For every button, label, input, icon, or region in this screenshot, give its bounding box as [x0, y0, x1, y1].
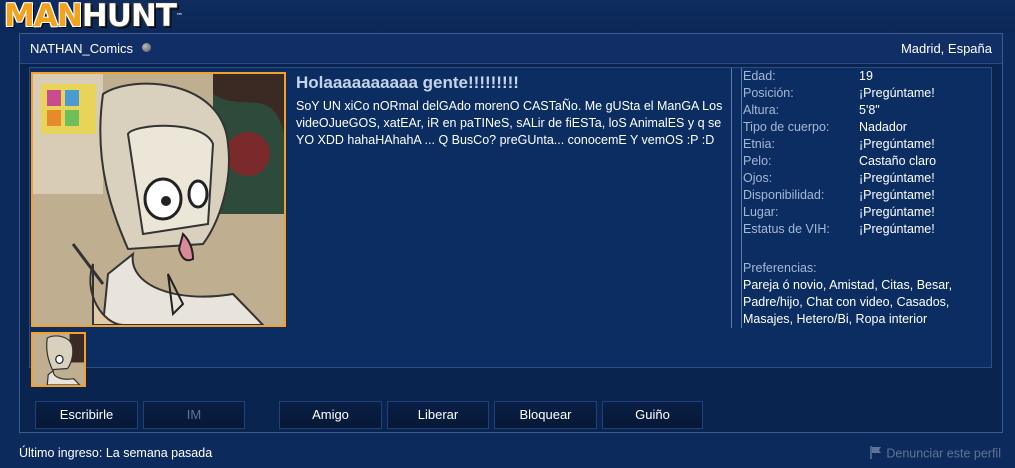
stat-value: Castaño claro: [859, 154, 937, 168]
preferences-list: Pareja ó novio, Amistad, Citas, Besar, P…: [743, 278, 953, 326]
stat-value: ¡Pregúntame!: [859, 86, 935, 100]
last-login: Último ingreso: La semana pasada: [19, 446, 213, 460]
stat-value: 5'8": [859, 103, 880, 117]
stat-row-eyes: Ojos: ¡Pregúntame!: [743, 170, 993, 187]
block-button[interactable]: Bloquear: [494, 401, 597, 429]
profile-header: NATHAN_Comics Madrid, España: [20, 34, 1002, 64]
stat-label: Lugar:: [743, 205, 779, 219]
profile-username[interactable]: NATHAN_Comics: [30, 41, 133, 56]
stat-label: Disponibilidad:: [743, 188, 825, 202]
stat-label: Edad:: [743, 69, 776, 83]
write-button[interactable]: Escribirle: [35, 401, 138, 429]
photo-thumbnail[interactable]: [31, 332, 86, 387]
manhunt-logo[interactable]: MANHUNT™: [4, 0, 184, 34]
stat-value: Nadador: [859, 120, 907, 134]
profile-stats: Edad: 19 Posición: ¡Pregúntame! Altura: 5'8…: [743, 68, 993, 238]
preferences-label: Preferencias:: [743, 261, 817, 275]
profile-headline: Holaaaaaaaaaa gente!!!!!!!!!: [296, 73, 519, 92]
online-status-icon: [142, 43, 151, 52]
stat-label: Tipo de cuerpo:: [743, 120, 830, 134]
stat-row-hiv-status: Estatus de VIH: ¡Pregúntame!: [743, 221, 993, 238]
profile-photo[interactable]: [31, 72, 286, 327]
stats-divider: [731, 68, 732, 328]
logo-part-man: MAN: [4, 0, 83, 34]
logo-part-hunt: HUNT: [81, 0, 177, 34]
stat-label: Estatus de VIH:: [743, 222, 830, 236]
stat-row-position: Posición: ¡Pregúntame!: [743, 85, 993, 102]
stat-label: Altura:: [743, 103, 780, 117]
stat-row-body-type: Tipo de cuerpo: Nadador: [743, 119, 993, 136]
report-profile-label: Denunciar este perfil: [886, 446, 1001, 461]
stat-row-availability: Disponibilidad: ¡Pregúntame!: [743, 187, 993, 204]
stat-row-hair: Pelo: Castaño claro: [743, 153, 993, 170]
stat-label: Pelo:: [743, 154, 772, 168]
column-divider: [741, 68, 742, 328]
profile-location: Madrid, España: [900, 41, 992, 56]
stat-value: ¡Pregúntame!: [859, 188, 935, 202]
stat-row-ethnicity: Etnia: ¡Pregúntame!: [743, 136, 993, 153]
stat-label: Ojos:: [743, 171, 773, 185]
stat-value: ¡Pregúntame!: [859, 137, 935, 151]
stat-label: Posición:: [743, 86, 794, 100]
stat-row-place: Lugar: ¡Pregúntame!: [743, 204, 993, 221]
profile-bio: SoY UN xiCo nORmal delGAdo morenO CASTaÑ…: [296, 99, 723, 147]
release-button[interactable]: Liberar: [387, 401, 489, 429]
profile-panel: NATHAN_Comics Madrid, España Holaaaaaaaa…: [19, 33, 1003, 433]
report-profile-link[interactable]: Denunciar este perfil: [870, 446, 1001, 462]
stat-value: 19: [859, 69, 873, 83]
stat-value: ¡Pregúntame!: [859, 222, 935, 236]
logo-trademark: ™: [176, 12, 184, 20]
stat-label: Etnia:: [743, 137, 775, 151]
profile-photo-illustration: [33, 74, 284, 325]
stat-value: ¡Pregúntame!: [859, 171, 935, 185]
thumbnail-illustration: [33, 334, 84, 385]
stat-value: ¡Pregúntame!: [859, 205, 935, 219]
friend-button[interactable]: Amigo: [279, 401, 382, 429]
stat-row-age: Edad: 19: [743, 68, 993, 85]
wink-button[interactable]: Guiño: [602, 401, 703, 429]
top-bar: MANHUNT™: [0, 0, 1015, 32]
im-button[interactable]: IM: [143, 401, 245, 429]
flag-icon: [870, 446, 882, 462]
stat-row-height: Altura: 5'8": [743, 102, 993, 119]
